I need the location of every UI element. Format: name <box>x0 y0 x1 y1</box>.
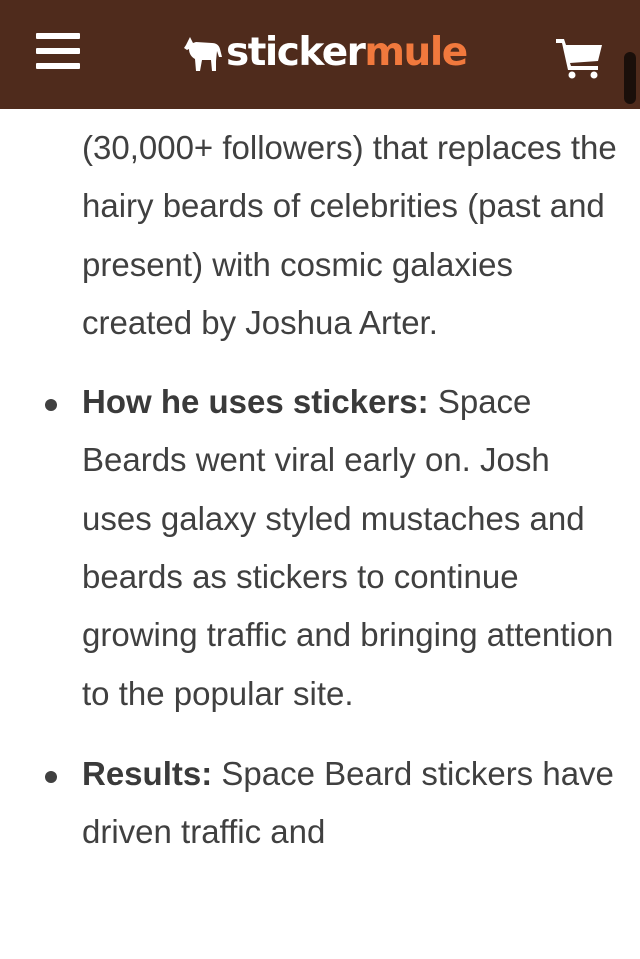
bullet-dot <box>45 399 57 412</box>
menu-bar-line <box>36 48 80 54</box>
stickermule-logo[interactable]: stickermule <box>180 27 468 79</box>
article-body: (30,000+ followers) that replaces the ha… <box>45 119 622 862</box>
bullet-item-results: Results: Space Beard stickers have drive… <box>45 745 622 862</box>
intro-paragraph: (30,000+ followers) that replaces the ha… <box>82 129 617 341</box>
logo-text-sticker: sticker <box>226 30 366 75</box>
bullet-item-how-he-uses-stickers: How he uses stickers: Space Beards went … <box>45 373 622 723</box>
bullet-label: How he uses stickers: <box>82 383 429 421</box>
top-navigation-bar: stickermule <box>0 0 640 109</box>
mule-icon <box>184 37 222 71</box>
scrollbar-thumb[interactable] <box>624 52 636 104</box>
menu-bar-line <box>36 33 80 39</box>
logo-text-mule: mule <box>364 30 468 75</box>
bullet-dot <box>45 770 57 783</box>
logo-wordmark: stickermule <box>226 27 468 79</box>
cart-svg <box>556 39 602 79</box>
bullet-text: Space Beards went viral early on. Josh u… <box>82 383 614 712</box>
shopping-cart-icon[interactable] <box>556 37 604 79</box>
menu-bar-line <box>36 63 80 69</box>
bullet-label: Results: <box>82 754 213 792</box>
hamburger-menu-icon[interactable] <box>36 31 82 73</box>
